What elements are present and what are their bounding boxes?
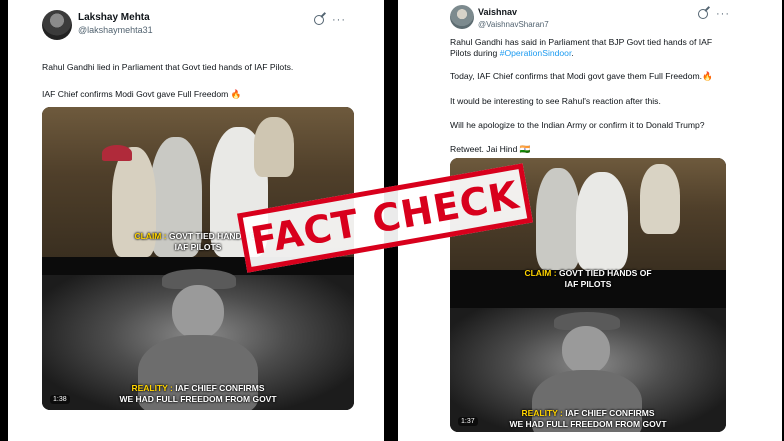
tweet-actions: ··· bbox=[698, 9, 730, 20]
reality-text: IAF CHIEF CONFIRMS bbox=[565, 408, 655, 418]
more-icon[interactable]: ··· bbox=[332, 15, 346, 26]
tweet-text-line: It would be interesting to see Rahul's r… bbox=[450, 96, 661, 106]
reality-tag: REALITY : bbox=[131, 383, 173, 393]
video-duration: 1:37 bbox=[458, 417, 478, 426]
tweet-text-line: Rahul Gandhi lied in Parliament that Gov… bbox=[42, 62, 294, 72]
author-block: Lakshay Mehta @lakshaymehta31 bbox=[78, 11, 153, 36]
reality-text: WE HAD FULL FREEDOM FROM GOVT bbox=[119, 394, 277, 404]
tweet-text-line: Will he apologize to the Indian Army or … bbox=[450, 120, 705, 130]
avatar[interactable] bbox=[42, 10, 72, 40]
claim-text: IAF PILOTS bbox=[564, 279, 612, 289]
hashtag-link[interactable]: #OperationSindoor bbox=[500, 48, 572, 58]
avatar[interactable] bbox=[450, 5, 474, 29]
author-name[interactable]: Lakshay Mehta bbox=[78, 11, 153, 24]
fact-check-collage: Lakshay Mehta @lakshaymehta31 ··· Rahul … bbox=[0, 0, 784, 441]
claim-caption: CLAIM : GOVT TIED HANDS OF IAF PILOTS bbox=[450, 268, 726, 290]
grok-icon[interactable] bbox=[314, 15, 324, 25]
tweet-text-line: IAF Chief confirms Modi Govt gave Full F… bbox=[42, 89, 242, 99]
reality-text: IAF CHIEF CONFIRMS bbox=[175, 383, 265, 393]
claim-text: GOVT TIED HANDS OF bbox=[558, 268, 652, 278]
reality-caption: REALITY : IAF CHIEF CONFIRMS WE HAD FULL… bbox=[42, 383, 354, 405]
reality-text: WE HAD FULL FREEDOM FROM GOVT bbox=[509, 419, 667, 429]
tweet-text-line: Pilots during #OperationSindoor. bbox=[450, 47, 574, 59]
video-duration: 1:38 bbox=[50, 395, 70, 404]
author-handle[interactable]: @VaishnavSharan7 bbox=[478, 19, 549, 31]
tweet-text-line: Today, IAF Chief confirms that Modi govt… bbox=[450, 71, 713, 81]
reality-caption: REALITY : IAF CHIEF CONFIRMS WE HAD FULL… bbox=[450, 408, 726, 430]
grok-icon[interactable] bbox=[698, 9, 708, 19]
tweet-header: Vaishnav @VaishnavSharan7 ··· bbox=[450, 5, 772, 39]
tweet-text-fragment: . bbox=[571, 48, 574, 58]
author-handle[interactable]: @lakshaymehta31 bbox=[78, 24, 153, 36]
tweet-text-fragment: Pilots during bbox=[450, 48, 500, 58]
reality-tag: REALITY : bbox=[521, 408, 563, 418]
author-block: Vaishnav @VaishnavSharan7 bbox=[478, 6, 549, 31]
claim-tag: CLAIM : bbox=[134, 231, 167, 241]
more-icon[interactable]: ··· bbox=[716, 9, 730, 20]
tweet-text-line: Retweet. Jai Hind 🇮🇳 bbox=[450, 144, 531, 154]
author-name[interactable]: Vaishnav bbox=[478, 6, 549, 19]
claim-text: IAF PILOTS bbox=[174, 242, 222, 252]
tweet-actions: ··· bbox=[314, 15, 346, 26]
tweet-header: Lakshay Mehta @lakshaymehta31 ··· bbox=[42, 10, 374, 44]
claim-tag: CLAIM : bbox=[524, 268, 557, 278]
